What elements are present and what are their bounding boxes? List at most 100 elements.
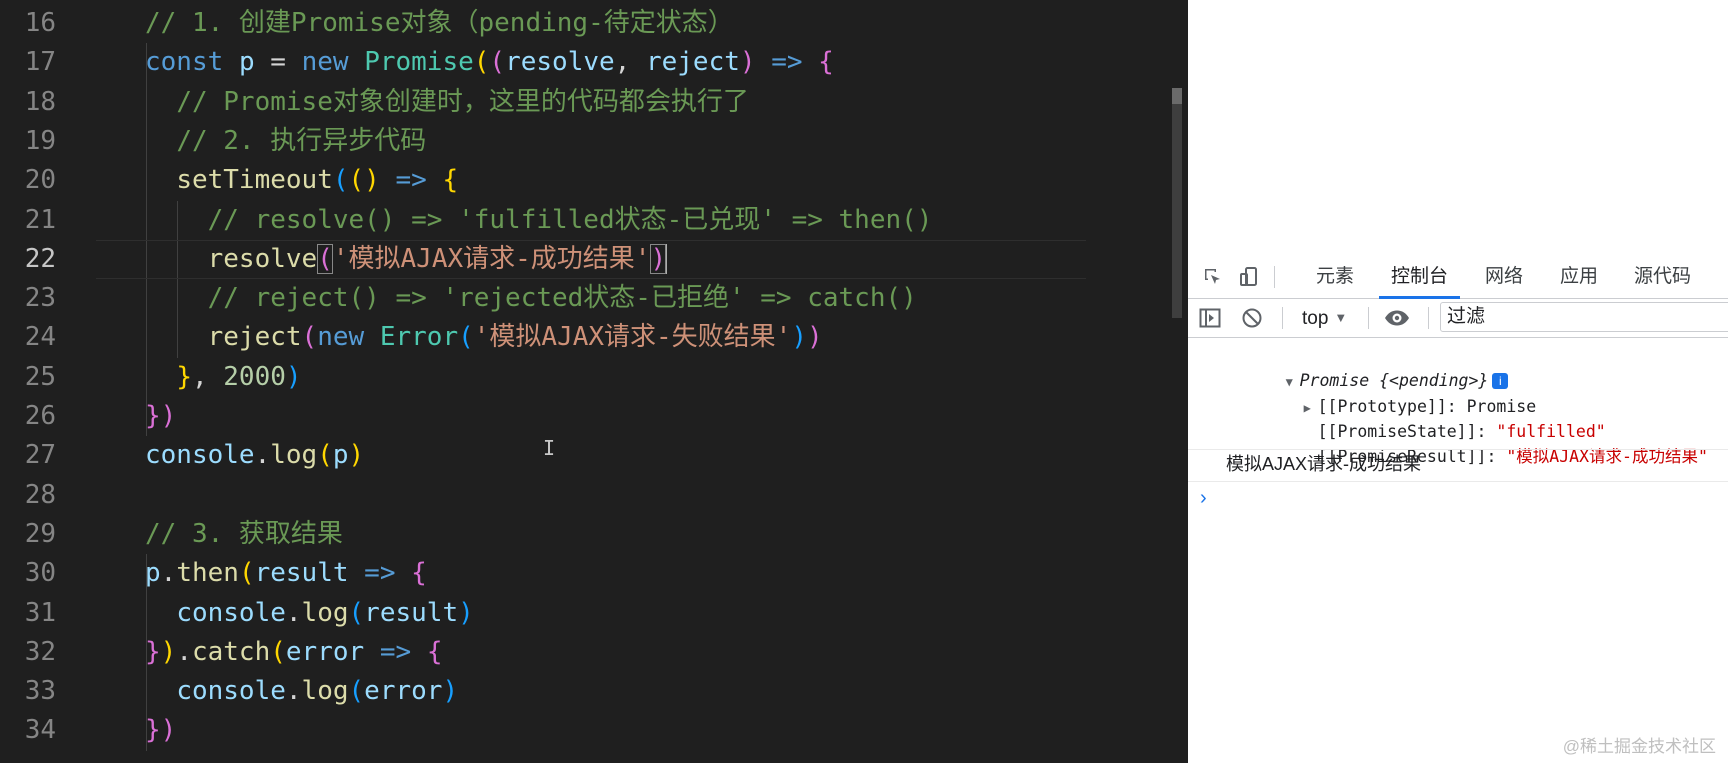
code-line[interactable]: reject(new Error('模拟AJAX请求-失败结果')) <box>145 318 823 357</box>
code-line[interactable]: }).catch(error => { <box>145 633 442 672</box>
clear-console-icon[interactable] <box>1240 306 1264 330</box>
code-token: { <box>411 558 427 589</box>
code-line[interactable]: // resolve() => 'fulfilled状态-已兑现' => the… <box>145 201 933 240</box>
tab-sources[interactable]: 源代码 <box>1634 256 1691 298</box>
code-token: ( <box>238 558 255 589</box>
console-toolbar: top ▼ <box>1188 299 1728 338</box>
code-token: then <box>176 558 239 589</box>
code-token: }) <box>145 401 177 431</box>
code-token: ) <box>458 597 474 628</box>
line-number: 30 <box>24 558 56 589</box>
code-line[interactable]: resolve('模拟AJAX请求-成功结果') <box>145 240 668 279</box>
code-token: // 2. 执行异步代码 <box>176 125 427 156</box>
code-token: // reject() => 'rejected状态-已拒绝' => catch… <box>207 283 917 314</box>
code-line[interactable]: // reject() => 'rejected状态-已拒绝' => catch… <box>145 279 917 318</box>
code-token: p <box>145 558 161 589</box>
code-line[interactable]: }) <box>145 711 176 750</box>
code-token: => <box>364 558 396 589</box>
code-token: . <box>160 558 177 589</box>
tab-elements[interactable]: 元素 <box>1316 256 1354 298</box>
code-area[interactable]: // 1. 创建Promise对象（pending-待定状态） const p =… <box>96 0 1166 763</box>
line-number: 25 <box>24 361 56 392</box>
tab-application[interactable]: 应用 <box>1560 256 1598 298</box>
watermark: @稀土掘金技术社区 <box>1562 737 1716 756</box>
inspect-element-icon[interactable] <box>1200 265 1226 289</box>
console-prompt[interactable]: › <box>1200 484 1207 512</box>
devtools-tab-bar: 元素 控制台 网络 应用 源代码 <box>1188 256 1728 299</box>
scrollbar-cursor-marker <box>1172 88 1182 104</box>
context-selector[interactable]: top ▼ <box>1302 305 1347 331</box>
code-line[interactable]: console.log(p) <box>145 436 364 475</box>
line-number: 26 <box>24 401 56 431</box>
line-number: 16 <box>24 8 56 38</box>
toolbar-divider <box>1282 307 1283 329</box>
code-token: // resolve() => 'fulfilled状态-已兑现' => the… <box>207 204 933 235</box>
code-line[interactable]: const p = new Promise((resolve, reject) … <box>145 43 834 82</box>
code-token: reject <box>645 47 740 78</box>
editor-scrollbar[interactable] <box>1168 0 1188 763</box>
code-token: ) <box>739 47 756 78</box>
code-line[interactable]: // 2. 执行异步代码 <box>145 122 426 161</box>
code-line[interactable]: }) <box>145 397 176 436</box>
sidebar-toggle-icon[interactable] <box>1198 306 1222 330</box>
code-token: { <box>426 636 443 667</box>
code-token: p <box>332 440 349 471</box>
code-token: Error <box>379 322 459 353</box>
code-token: } <box>176 361 192 392</box>
code-token: () <box>348 165 380 196</box>
code-line[interactable]: console.log(result) <box>145 594 474 633</box>
code-line[interactable]: // 3. 获取结果 <box>145 515 343 554</box>
console-filter-input[interactable] <box>1440 302 1728 332</box>
code-editor[interactable]: 16 17 18 19 20 21 22 23 24 25 26 27 28 29 30 31 32 33 34 /… <box>0 0 1188 763</box>
code-token: ) <box>285 361 302 392</box>
line-number: 24 <box>24 322 56 353</box>
tab-console[interactable]: 控制台 <box>1378 256 1461 299</box>
code-token: // 1. 创建Promise对象（pending-待定状态） <box>145 8 734 38</box>
code-line[interactable]: setTimeout(() => { <box>145 161 458 200</box>
tab-network[interactable]: 网络 <box>1485 256 1523 298</box>
code-line[interactable]: p.then(result => { <box>145 554 427 593</box>
code-token: = <box>254 47 302 78</box>
code-token: => <box>771 47 803 78</box>
code-token: . <box>254 440 271 471</box>
code-token: { <box>818 47 834 78</box>
line-number: 20 <box>24 165 56 196</box>
eye-icon[interactable] <box>1384 306 1409 330</box>
code-line[interactable]: // Promise对象创建时，这里的代码都会执行了 <box>145 83 749 122</box>
code-token: ) <box>807 322 823 353</box>
code-token: ( <box>332 165 349 196</box>
line-number: 23 <box>24 283 56 314</box>
code-token: ) <box>160 636 177 667</box>
code-token: reject <box>207 322 302 353</box>
code-token: result <box>254 558 349 589</box>
code-token: ( <box>317 440 333 471</box>
line-number: 34 <box>24 715 56 746</box>
scrollbar-thumb[interactable] <box>1172 88 1182 318</box>
code-line[interactable]: }, 2000) <box>145 358 302 397</box>
code-token: ( <box>270 636 286 667</box>
toolbar-divider <box>1274 266 1275 288</box>
code-token: ) <box>791 322 807 353</box>
code-token: resolve <box>207 243 318 274</box>
device-toolbar-icon[interactable] <box>1236 265 1262 289</box>
code-token: 2000 <box>223 361 286 392</box>
console-log-message: 模拟AJAX请求-成功结果 <box>1226 454 1422 474</box>
code-token: ( <box>458 322 474 353</box>
code-token: Promise <box>364 47 474 78</box>
code-line[interactable]: console.log(error) <box>145 672 458 711</box>
code-line[interactable]: // 1. 创建Promise对象（pending-待定状态） <box>145 4 734 43</box>
code-token: setTimeout <box>176 165 333 196</box>
line-number: 32 <box>24 636 56 667</box>
line-number: 22 <box>24 243 56 274</box>
